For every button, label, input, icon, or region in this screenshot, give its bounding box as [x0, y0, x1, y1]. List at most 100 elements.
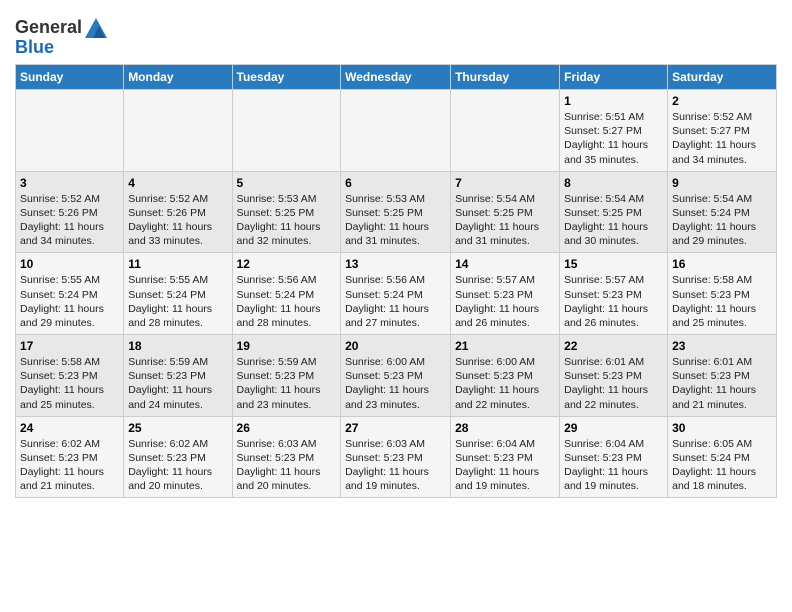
- day-number: 14: [455, 257, 555, 271]
- day-of-week-header: Monday: [124, 65, 232, 90]
- day-number: 5: [237, 176, 337, 190]
- day-number: 7: [455, 176, 555, 190]
- day-of-week-header: Saturday: [668, 65, 777, 90]
- day-number: 8: [564, 176, 663, 190]
- calendar-cell: 27 Sunrise: 6:03 AM Sunset: 5:23 PM Dayli…: [341, 416, 451, 498]
- calendar-cell: 6Sunrise: 5:53 AM Sunset: 5:25 PM Daylig…: [341, 171, 451, 253]
- day-info: Sunrise: 5:56 AM Sunset: 5:24 PM Dayligh…: [237, 273, 337, 330]
- day-info: Sunrise: 5:55 AM Sunset: 5:24 PM Dayligh…: [20, 273, 119, 330]
- day-info: Sunrise: 5:52 AM Sunset: 5:27 PM Dayligh…: [672, 110, 772, 167]
- day-info: Sunrise: 6:02 AM Sunset: 5:23 PM Dayligh…: [128, 437, 227, 494]
- page-header: General Blue: [15, 10, 777, 58]
- calendar-cell: 14 Sunrise: 5:57 AM Sunset: 5:23 PM Dayli…: [451, 253, 560, 335]
- calendar-cell: 12 Sunrise: 5:56 AM Sunset: 5:24 PM Dayli…: [232, 253, 341, 335]
- calendar-cell: 28 Sunrise: 6:04 AM Sunset: 5:23 PM Dayli…: [451, 416, 560, 498]
- calendar-cell: 16 Sunrise: 5:58 AM Sunset: 5:23 PM Dayli…: [668, 253, 777, 335]
- calendar-cell: 10 Sunrise: 5:55 AM Sunset: 5:24 PM Dayli…: [16, 253, 124, 335]
- calendar-cell: 13 Sunrise: 5:56 AM Sunset: 5:24 PM Dayli…: [341, 253, 451, 335]
- calendar-cell: [451, 90, 560, 172]
- day-number: 20: [345, 339, 446, 353]
- day-number: 19: [237, 339, 337, 353]
- calendar-cell: [341, 90, 451, 172]
- day-number: 9: [672, 176, 772, 190]
- day-number: 2: [672, 94, 772, 108]
- day-info: Sunrise: 5:53 AM Sunset: 5:25 PM Dayligh…: [237, 192, 337, 249]
- day-number: 17: [20, 339, 119, 353]
- day-number: 4: [128, 176, 227, 190]
- calendar-week-row: 10 Sunrise: 5:55 AM Sunset: 5:24 PM Dayli…: [16, 253, 777, 335]
- day-of-week-header: Sunday: [16, 65, 124, 90]
- day-info: Sunrise: 5:57 AM Sunset: 5:23 PM Dayligh…: [564, 273, 663, 330]
- day-of-week-header: Tuesday: [232, 65, 341, 90]
- day-number: 13: [345, 257, 446, 271]
- day-number: 12: [237, 257, 337, 271]
- day-info: Sunrise: 5:58 AM Sunset: 5:23 PM Dayligh…: [672, 273, 772, 330]
- calendar-cell: 5 Sunrise: 5:53 AM Sunset: 5:25 PM Daylig…: [232, 171, 341, 253]
- day-info: Sunrise: 6:00 AM Sunset: 5:23 PM Dayligh…: [455, 355, 555, 412]
- day-info: Sunrise: 5:56 AM Sunset: 5:24 PM Dayligh…: [345, 273, 446, 330]
- day-info: Sunrise: 6:01 AM Sunset: 5:23 PM Dayligh…: [564, 355, 663, 412]
- day-number: 1: [564, 94, 663, 108]
- calendar-cell: 11 Sunrise: 5:55 AM Sunset: 5:24 PM Dayli…: [124, 253, 232, 335]
- logo-blue: Blue: [15, 37, 54, 57]
- day-number: 3: [20, 176, 119, 190]
- day-info: Sunrise: 5:59 AM Sunset: 5:23 PM Dayligh…: [237, 355, 337, 412]
- day-info: Sunrise: 5:58 AM Sunset: 5:23 PM Dayligh…: [20, 355, 119, 412]
- calendar-cell: 4Sunrise: 5:52 AM Sunset: 5:26 PM Daylig…: [124, 171, 232, 253]
- calendar-table: SundayMondayTuesdayWednesdayThursdayFrid…: [15, 64, 777, 498]
- day-number: 21: [455, 339, 555, 353]
- calendar-week-row: 3 Sunrise: 5:52 AM Sunset: 5:26 PM Daylig…: [16, 171, 777, 253]
- day-info: Sunrise: 6:01 AM Sunset: 5:23 PM Dayligh…: [672, 355, 772, 412]
- day-of-week-header: Thursday: [451, 65, 560, 90]
- day-info: Sunrise: 5:59 AM Sunset: 5:23 PM Dayligh…: [128, 355, 227, 412]
- calendar-header-row: SundayMondayTuesdayWednesdayThursdayFrid…: [16, 65, 777, 90]
- day-info: Sunrise: 6:04 AM Sunset: 5:23 PM Dayligh…: [564, 437, 663, 494]
- day-number: 29: [564, 421, 663, 435]
- calendar-cell: 24 Sunrise: 6:02 AM Sunset: 5:23 PM Dayli…: [16, 416, 124, 498]
- day-info: Sunrise: 6:00 AM Sunset: 5:23 PM Dayligh…: [345, 355, 446, 412]
- day-number: 16: [672, 257, 772, 271]
- day-number: 27: [345, 421, 446, 435]
- day-info: Sunrise: 6:04 AM Sunset: 5:23 PM Dayligh…: [455, 437, 555, 494]
- day-number: 28: [455, 421, 555, 435]
- calendar-cell: 21 Sunrise: 6:00 AM Sunset: 5:23 PM Dayli…: [451, 335, 560, 417]
- day-number: 18: [128, 339, 227, 353]
- day-number: 22: [564, 339, 663, 353]
- calendar-cell: 19 Sunrise: 5:59 AM Sunset: 5:23 PM Dayli…: [232, 335, 341, 417]
- calendar-cell: 23 Sunrise: 6:01 AM Sunset: 5:23 PM Dayli…: [668, 335, 777, 417]
- day-number: 24: [20, 421, 119, 435]
- day-info: Sunrise: 6:03 AM Sunset: 5:23 PM Dayligh…: [345, 437, 446, 494]
- day-info: Sunrise: 5:55 AM Sunset: 5:24 PM Dayligh…: [128, 273, 227, 330]
- calendar-cell: 9 Sunrise: 5:54 AM Sunset: 5:24 PM Daylig…: [668, 171, 777, 253]
- day-number: 23: [672, 339, 772, 353]
- calendar-cell: 8Sunrise: 5:54 AM Sunset: 5:25 PM Daylig…: [560, 171, 668, 253]
- logo-icon: [85, 18, 107, 38]
- day-number: 25: [128, 421, 227, 435]
- calendar-cell: 20 Sunrise: 6:00 AM Sunset: 5:23 PM Dayli…: [341, 335, 451, 417]
- calendar-cell: 25 Sunrise: 6:02 AM Sunset: 5:23 PM Dayli…: [124, 416, 232, 498]
- day-number: 10: [20, 257, 119, 271]
- calendar-cell: 15Sunrise: 5:57 AM Sunset: 5:23 PM Dayli…: [560, 253, 668, 335]
- day-info: Sunrise: 6:03 AM Sunset: 5:23 PM Dayligh…: [237, 437, 337, 494]
- logo-text: General Blue: [15, 18, 107, 58]
- calendar-week-row: 17 Sunrise: 5:58 AM Sunset: 5:23 PM Dayli…: [16, 335, 777, 417]
- calendar-cell: 30 Sunrise: 6:05 AM Sunset: 5:24 PM Dayli…: [668, 416, 777, 498]
- calendar-cell: 17 Sunrise: 5:58 AM Sunset: 5:23 PM Dayli…: [16, 335, 124, 417]
- day-info: Sunrise: 5:54 AM Sunset: 5:24 PM Dayligh…: [672, 192, 772, 249]
- calendar-cell: 3 Sunrise: 5:52 AM Sunset: 5:26 PM Daylig…: [16, 171, 124, 253]
- calendar-cell: 7 Sunrise: 5:54 AM Sunset: 5:25 PM Daylig…: [451, 171, 560, 253]
- calendar-cell: 29 Sunrise: 6:04 AM Sunset: 5:23 PM Dayli…: [560, 416, 668, 498]
- day-info: Sunrise: 5:52 AM Sunset: 5:26 PM Dayligh…: [20, 192, 119, 249]
- day-info: Sunrise: 6:05 AM Sunset: 5:24 PM Dayligh…: [672, 437, 772, 494]
- day-info: Sunrise: 6:02 AM Sunset: 5:23 PM Dayligh…: [20, 437, 119, 494]
- day-of-week-header: Wednesday: [341, 65, 451, 90]
- day-number: 30: [672, 421, 772, 435]
- calendar-cell: 2 Sunrise: 5:52 AM Sunset: 5:27 PM Daylig…: [668, 90, 777, 172]
- day-info: Sunrise: 5:54 AM Sunset: 5:25 PM Dayligh…: [455, 192, 555, 249]
- day-number: 6: [345, 176, 446, 190]
- calendar-week-row: 1Sunrise: 5:51 AM Sunset: 5:27 PM Daylig…: [16, 90, 777, 172]
- logo-general: General: [15, 17, 82, 37]
- calendar-cell: 18 Sunrise: 5:59 AM Sunset: 5:23 PM Dayli…: [124, 335, 232, 417]
- day-info: Sunrise: 5:57 AM Sunset: 5:23 PM Dayligh…: [455, 273, 555, 330]
- day-number: 11: [128, 257, 227, 271]
